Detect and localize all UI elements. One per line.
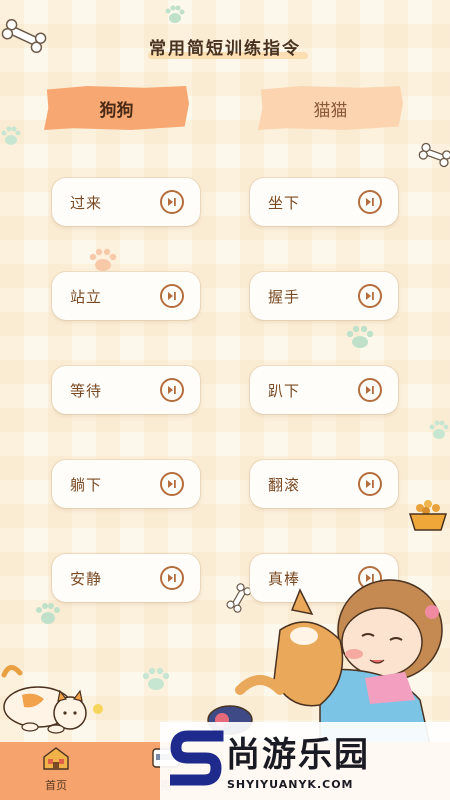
watermark-url: SHYIYUANYK.COM xyxy=(227,778,354,791)
page-title: 常用简短训练指令 xyxy=(149,39,301,59)
command-button-lie-down[interactable]: 躺下 xyxy=(52,460,200,508)
play-icon[interactable] xyxy=(160,190,184,214)
command-label: 趴下 xyxy=(268,381,301,400)
tab-dog[interactable]: 狗狗 xyxy=(44,86,189,130)
play-icon[interactable] xyxy=(358,190,382,214)
command-button-stand[interactable]: 站立 xyxy=(52,272,200,320)
play-icon[interactable] xyxy=(358,378,382,402)
command-label: 躺下 xyxy=(70,475,103,494)
tab-cat[interactable]: 猫猫 xyxy=(258,86,403,130)
paw-print-icon xyxy=(429,420,449,439)
paw-print-icon xyxy=(89,248,117,271)
command-label: 站立 xyxy=(70,287,103,306)
paw-print-icon xyxy=(346,325,374,348)
play-icon[interactable] xyxy=(160,566,184,590)
command-button-come[interactable]: 过来 xyxy=(52,178,200,226)
watermark-logo-icon xyxy=(170,730,224,786)
cat-illustration xyxy=(1,665,103,734)
command-button-sit[interactable]: 坐下 xyxy=(250,178,398,226)
play-icon[interactable] xyxy=(160,472,184,496)
command-button-wait[interactable]: 等待 xyxy=(52,366,200,414)
house-icon xyxy=(43,747,69,770)
food-bowl-icon xyxy=(408,500,448,531)
nav-item-home[interactable]: 首页 xyxy=(26,745,86,793)
command-label: 过来 xyxy=(70,193,103,212)
command-button-down[interactable]: 趴下 xyxy=(250,366,398,414)
command-label: 等待 xyxy=(70,381,103,400)
paw-print-icon xyxy=(36,603,60,624)
command-label: 翻滚 xyxy=(268,475,301,494)
paw-print-icon xyxy=(165,5,185,23)
paw-print-icon xyxy=(1,126,21,145)
bone-icon xyxy=(418,142,450,168)
command-button-quiet[interactable]: 安静 xyxy=(52,554,200,602)
play-icon[interactable] xyxy=(358,472,382,496)
watermark-brand: 尚游乐园 xyxy=(226,735,370,775)
play-icon[interactable] xyxy=(160,284,184,308)
command-label: 坐下 xyxy=(268,193,301,212)
command-button-shake[interactable]: 握手 xyxy=(250,272,398,320)
play-icon[interactable] xyxy=(160,378,184,402)
command-label: 握手 xyxy=(268,287,301,306)
paw-print-icon xyxy=(142,667,170,690)
nav-label: 首页 xyxy=(45,779,67,792)
girl-hugging-dog-illustration xyxy=(207,579,443,745)
play-icon[interactable] xyxy=(358,284,382,308)
command-button-roll-over[interactable]: 翻滚 xyxy=(250,460,398,508)
command-label: 安静 xyxy=(70,569,103,588)
